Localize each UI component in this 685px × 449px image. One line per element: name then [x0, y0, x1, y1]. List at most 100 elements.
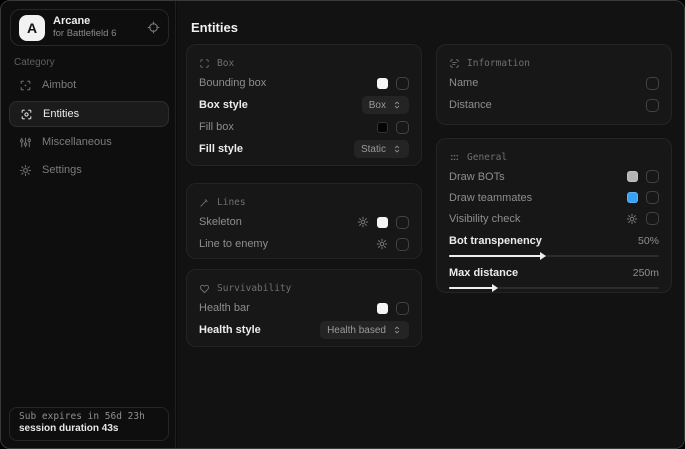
health-style-dropdown[interactable]: Health based [320, 321, 409, 339]
name-row: Name [449, 72, 659, 94]
bot-transparency-label: Bot transpenency [449, 235, 542, 247]
scan-box-icon [199, 58, 210, 69]
box-style-label: Box style [199, 99, 248, 111]
sidebar-item-label: Settings [42, 164, 82, 176]
scan-eye-icon [20, 108, 33, 121]
slider-thumb[interactable] [492, 284, 498, 292]
panel-header-label: Lines [217, 197, 246, 208]
visibility-check-checkbox[interactable] [646, 212, 659, 225]
logo-card: A Arcane for Battlefield 6 [10, 9, 169, 46]
draw-bots-color-swatch[interactable] [627, 171, 638, 182]
chevrons-up-down-icon [392, 100, 402, 110]
bounding-box-label: Bounding box [199, 77, 266, 89]
sliders-icon [19, 136, 32, 149]
scan-text-icon [449, 58, 460, 69]
health-bar-color-swatch[interactable] [377, 303, 388, 314]
draw-bots-label: Draw BOTs [449, 171, 505, 183]
app-logo: A [19, 15, 45, 41]
box-panel: Box Bounding box Box style Box Fill box [186, 44, 422, 166]
chevrons-up-down-icon [392, 144, 402, 154]
survivability-panel: Survivability Health bar Health style He… [186, 269, 422, 347]
category-label: Category [14, 57, 55, 68]
sub-expiry-text: Sub expires in 56d 23h [19, 411, 159, 422]
draw-teammates-label: Draw teammates [449, 192, 532, 204]
sidebar: A Arcane for Battlefield 6 Category Aimb… [1, 1, 176, 448]
draw-bots-checkbox[interactable] [646, 170, 659, 183]
bounding-box-checkbox[interactable] [396, 77, 409, 90]
box-style-value: Box [369, 100, 386, 111]
fill-style-label: Fill style [199, 143, 243, 155]
app-subtitle: for Battlefield 6 [53, 28, 139, 40]
bot-transparency-value: 50% [638, 235, 659, 247]
skeleton-settings-gear-icon[interactable] [357, 216, 369, 228]
distance-checkbox[interactable] [646, 99, 659, 112]
sidebar-item-aimbot[interactable]: Aimbot [9, 72, 169, 98]
visibility-check-row: Visibility check [449, 208, 659, 229]
box-style-row: Box style Box [199, 94, 409, 116]
information-panel: Information Name Distance [436, 44, 672, 125]
health-bar-row: Health bar [199, 297, 409, 319]
app-window: A Arcane for Battlefield 6 Category Aimb… [0, 0, 685, 449]
page-title: Entities [191, 20, 238, 35]
line-to-enemy-checkbox[interactable] [396, 238, 409, 251]
draw-teammates-checkbox[interactable] [646, 191, 659, 204]
health-style-label: Health style [199, 324, 261, 336]
max-distance-slider[interactable] [449, 287, 659, 289]
max-distance-row: Max distance 250m [449, 264, 659, 282]
max-distance-value: 250m [633, 267, 659, 279]
distance-row: Distance [449, 94, 659, 116]
distance-label: Distance [449, 99, 492, 111]
app-title: Arcane [53, 15, 139, 29]
fill-box-label: Fill box [199, 121, 234, 133]
health-bar-label: Health bar [199, 302, 250, 314]
sidebar-item-settings[interactable]: Settings [9, 157, 169, 183]
health-style-row: Health style Health based [199, 319, 409, 341]
bot-transparency-slider[interactable] [449, 255, 659, 257]
chevrons-up-down-icon [392, 325, 402, 335]
skeleton-checkbox[interactable] [396, 216, 409, 229]
max-distance-label: Max distance [449, 267, 518, 279]
skeleton-row: Skeleton [199, 211, 409, 233]
visibility-check-label: Visibility check [449, 213, 520, 225]
box-style-dropdown[interactable]: Box [362, 96, 409, 114]
line-to-enemy-row: Line to enemy [199, 233, 409, 255]
health-bar-checkbox[interactable] [396, 302, 409, 315]
name-checkbox[interactable] [646, 77, 659, 90]
fill-style-dropdown[interactable]: Static [354, 140, 409, 158]
bounding-box-color-swatch[interactable] [377, 78, 388, 89]
panel-header-label: General [467, 152, 507, 163]
panel-header-label: Box [217, 58, 234, 69]
draw-teammates-color-swatch[interactable] [627, 192, 638, 203]
skeleton-color-swatch[interactable] [377, 217, 388, 228]
sidebar-item-label: Entities [43, 108, 79, 120]
fill-box-color-swatch[interactable] [377, 122, 388, 133]
gear-icon [19, 164, 32, 177]
draw-teammates-row: Draw teammates [449, 187, 659, 208]
pencil-line-icon [199, 197, 210, 208]
visibility-check-settings-gear-icon[interactable] [626, 213, 638, 225]
session-duration-text: session duration 43s [19, 423, 159, 434]
panel-header-label: Information [467, 58, 530, 69]
name-label: Name [449, 77, 478, 89]
crosshair-icon [19, 79, 32, 92]
crosshair-target-icon[interactable] [147, 21, 160, 34]
line-to-enemy-settings-gear-icon[interactable] [376, 238, 388, 250]
grid-dots-icon [449, 152, 460, 163]
sidebar-item-miscellaneous[interactable]: Miscellaneous [9, 129, 169, 155]
health-style-value: Health based [327, 325, 386, 336]
subscription-info-card: Sub expires in 56d 23h session duration … [9, 407, 169, 441]
heart-icon [199, 283, 210, 294]
fill-style-value: Static [361, 144, 386, 155]
lines-panel: Lines Skeleton Line to enemy [186, 183, 422, 259]
panel-header-label: Survivability [217, 283, 291, 294]
slider-thumb[interactable] [540, 252, 546, 260]
fill-box-checkbox[interactable] [396, 121, 409, 134]
draw-bots-row: Draw BOTs [449, 166, 659, 187]
sidebar-item-label: Aimbot [42, 79, 76, 91]
line-to-enemy-label: Line to enemy [199, 238, 268, 250]
sidebar-item-label: Miscellaneous [42, 136, 112, 148]
main-content: Entities Box Bounding box Box style Box [177, 1, 684, 448]
fill-style-row: Fill style Static [199, 138, 409, 160]
general-panel: General Draw BOTs Draw teammates Visibil… [436, 138, 672, 293]
sidebar-item-entities[interactable]: Entities [9, 101, 169, 127]
